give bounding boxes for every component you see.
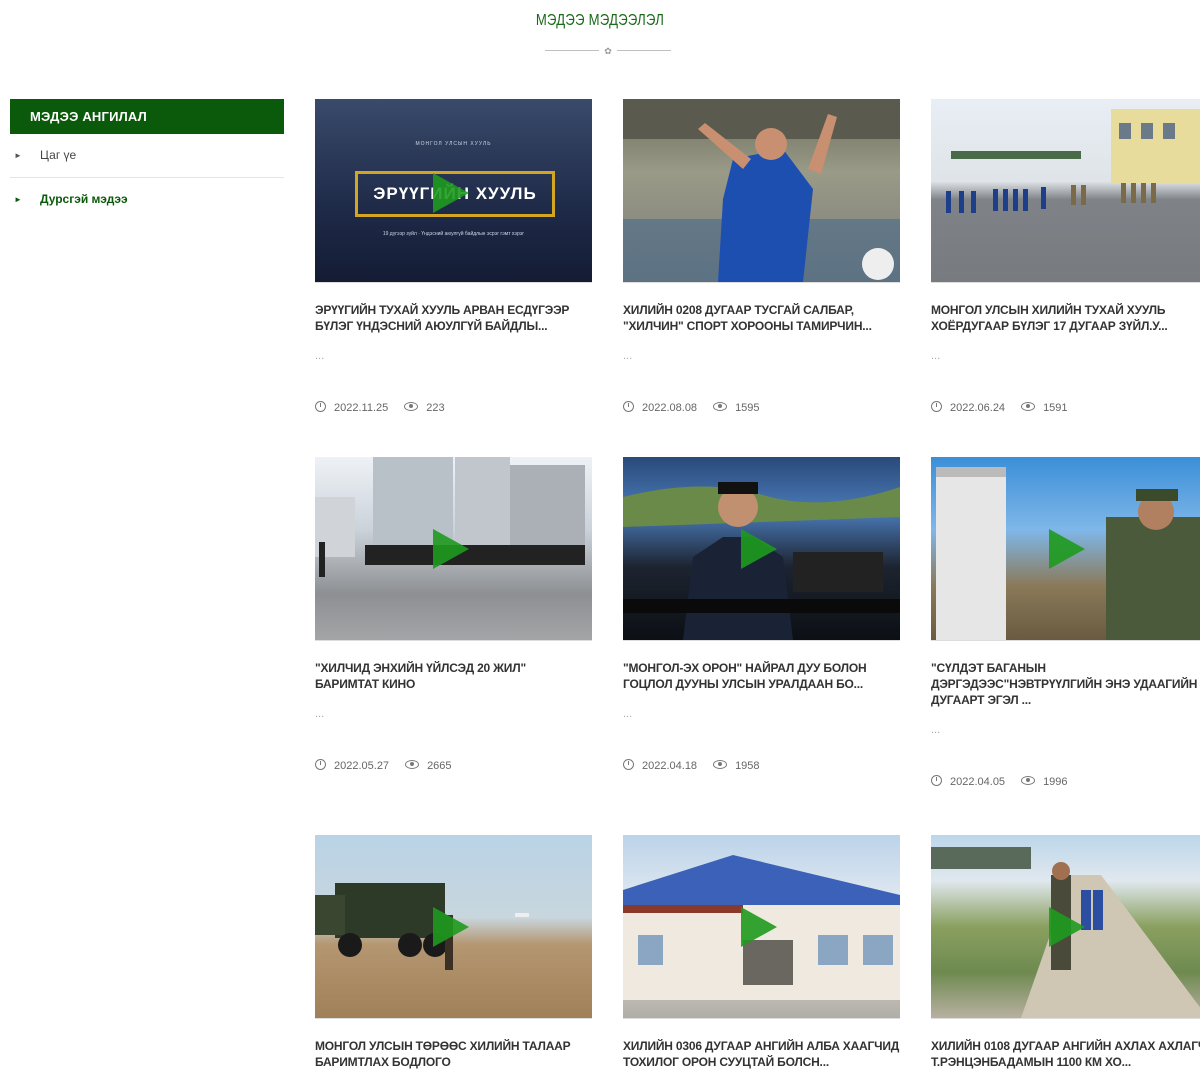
- article-title[interactable]: ХИЛИЙН 0208 ДУГААР ТУСГАЙ САЛБАР, "ХИЛЧИ…: [623, 302, 900, 336]
- article-card[interactable]: МОНГОЛ УЛСЫН ТӨРӨӨС ХИЛИЙН ТАЛААР БАРИМТ…: [315, 835, 592, 1072]
- article-excerpt: ...: [931, 350, 941, 362]
- article-title[interactable]: ХИЛИЙН 0108 ДУГААР АНГИЙН АХЛАХ АХЛАГЧ Т…: [931, 1038, 1200, 1072]
- thumbnail-subcaption: 19 дүгээр зүйл · Үндэсний аюулгүй байдлы…: [382, 231, 525, 237]
- article-card[interactable]: ХИЛИЙН 0108 ДУГААР АНГИЙН АХЛАХ АХЛАГЧ Т…: [931, 835, 1200, 1072]
- article-title[interactable]: "СҮЛДЭТ БАГАНЫН ДЭРГЭДЭЭС"НЭВТРҮҮЛГИЙН Э…: [931, 660, 1200, 710]
- article-date: 2022.04.05: [950, 776, 1006, 788]
- article-views: 1591: [1043, 402, 1068, 414]
- article-date: 2022.05.27: [334, 760, 390, 772]
- border-post-image: [946, 109, 1200, 213]
- play-icon[interactable]: [1049, 907, 1085, 947]
- page-title: МЭДЭЭ МЭДЭЭЛЭЛ: [535, 12, 665, 29]
- clock-icon: [315, 401, 326, 412]
- clock-icon: [623, 401, 634, 412]
- article-excerpt: ...: [931, 724, 941, 736]
- sidebar-item-tsag-ue[interactable]: ► Цаг үе: [10, 134, 284, 178]
- eye-icon: [1021, 402, 1036, 411]
- clock-icon: [931, 401, 942, 412]
- article-excerpt: ...: [623, 708, 633, 720]
- play-icon[interactable]: [433, 529, 469, 569]
- sidebar-item-label: Дурсгэй мэдээ: [40, 192, 128, 206]
- article-date: 2022.08.08: [642, 402, 698, 414]
- article-thumbnail[interactable]: МОНГОЛ УЛСЫН ХУУЛЬ ЭРҮҮГИЙН ХУУЛЬ 19 дүг…: [315, 99, 592, 283]
- play-icon[interactable]: [741, 907, 777, 947]
- triangle-right-icon: ►: [14, 195, 22, 204]
- article-meta: 2022.04.18 1958: [623, 759, 900, 775]
- article-date: 2022.06.24: [950, 402, 1006, 414]
- sidebar-item-label: Цаг үе: [40, 148, 77, 162]
- article-meta: 2022.05.27 2665: [315, 759, 592, 775]
- article-meta: 2022.11.25 223: [315, 401, 592, 417]
- article-views: 223: [426, 402, 445, 414]
- article-title[interactable]: "ХИЛЧИД ЭНХИЙН ҮЙЛСЭД 20 ЖИЛ" БАРИМТАТ К…: [315, 660, 592, 694]
- article-card[interactable]: "СҮЛДЭТ БАГАНЫН ДЭРГЭДЭЭС"НЭВТРҮҮЛГИЙН Э…: [931, 457, 1200, 791]
- article-meta: 2022.04.05 1996: [931, 775, 1200, 791]
- article-thumbnail[interactable]: [931, 99, 1200, 283]
- article-card[interactable]: ХИЛИЙН 0208 ДУГААР ТУСГАЙ САЛБАР, "ХИЛЧИ…: [623, 99, 900, 417]
- play-icon[interactable]: [433, 907, 469, 947]
- article-card[interactable]: МОНГОЛ УЛСЫН ХУУЛЬ ЭРҮҮГИЙН ХУУЛЬ 19 дүг…: [315, 99, 592, 417]
- article-excerpt: ...: [315, 708, 325, 720]
- clock-icon: [931, 775, 942, 786]
- article-card[interactable]: ХИЛИЙН 0306 ДУГААР АНГИЙН АЛБА ХААГЧИД Т…: [623, 835, 900, 1072]
- sidebar-item-dursgei-medee[interactable]: ► Дурсгэй мэдээ: [10, 178, 284, 221]
- article-views: 2665: [427, 760, 452, 772]
- article-card[interactable]: МОНГОЛ УЛСЫН ХИЛИЙН ТУХАЙ ХУУЛЬ ХОЁРДУГА…: [931, 99, 1200, 417]
- article-meta: 2022.08.08 1595: [623, 401, 900, 417]
- title-divider: ✿: [545, 46, 671, 60]
- triangle-right-icon: ►: [14, 151, 22, 160]
- play-icon[interactable]: [433, 173, 469, 213]
- article-thumbnail[interactable]: [931, 835, 1200, 1019]
- article-excerpt: ...: [315, 350, 325, 362]
- page-header: МЭДЭЭ МЭДЭЭЛЭЛ ✿: [0, 0, 1200, 80]
- article-title[interactable]: "МОНГОЛ-ЭХ ОРОН" НАЙРАЛ ДУУ БОЛОН ГОЦЛОЛ…: [623, 660, 900, 694]
- article-date: 2022.11.25: [334, 402, 389, 414]
- play-icon[interactable]: [741, 529, 777, 569]
- article-views: 1595: [735, 402, 760, 414]
- eye-icon: [405, 760, 420, 769]
- sidebar-title: МЭДЭЭ АНГИЛАЛ: [10, 99, 284, 134]
- eye-icon: [1021, 776, 1036, 785]
- article-title[interactable]: ХИЛИЙН 0306 ДУГААР АНГИЙН АЛБА ХААГЧИД Т…: [623, 1038, 900, 1072]
- judo-athlete-image: [623, 99, 900, 282]
- article-thumbnail[interactable]: [315, 457, 592, 641]
- article-views: 1996: [1043, 776, 1068, 788]
- article-card[interactable]: "МОНГОЛ-ЭХ ОРОН" НАЙРАЛ ДУУ БОЛОН ГОЦЛОЛ…: [623, 457, 900, 775]
- article-excerpt: ...: [623, 350, 633, 362]
- article-thumbnail[interactable]: [315, 835, 592, 1019]
- article-meta: 2022.06.24 1591: [931, 401, 1200, 417]
- thumbnail-caption: МОНГОЛ УЛСЫН ХУУЛЬ: [415, 141, 492, 147]
- article-card[interactable]: "ХИЛЧИД ЭНХИЙН ҮЙЛСЭД 20 ЖИЛ" БАРИМТАТ К…: [315, 457, 592, 775]
- article-title[interactable]: ЭРҮҮГИЙН ТУХАЙ ХУУЛЬ АРВАН ЕСДҮГЭЭР БҮЛЭ…: [315, 302, 592, 336]
- eye-icon: [404, 402, 419, 411]
- article-title[interactable]: МОНГОЛ УЛСЫН ХИЛИЙН ТУХАЙ ХУУЛЬ ХОЁРДУГА…: [931, 302, 1200, 336]
- eye-icon: [713, 760, 728, 769]
- article-thumbnail[interactable]: [623, 835, 900, 1019]
- clock-icon: [623, 759, 634, 770]
- article-title[interactable]: МОНГОЛ УЛСЫН ТӨРӨӨС ХИЛИЙН ТАЛААР БАРИМТ…: [315, 1038, 592, 1072]
- eye-icon: [713, 402, 728, 411]
- ornament-icon: ✿: [604, 46, 612, 56]
- article-views: 1958: [735, 760, 760, 772]
- article-date: 2022.04.18: [642, 760, 698, 772]
- play-icon[interactable]: [1049, 529, 1085, 569]
- article-thumbnail[interactable]: [623, 99, 900, 283]
- article-thumbnail[interactable]: [623, 457, 900, 641]
- article-thumbnail[interactable]: [931, 457, 1200, 641]
- clock-icon: [315, 759, 326, 770]
- sidebar: МЭДЭЭ АНГИЛАЛ ► Цаг үе ► Дурсгэй мэдээ: [10, 99, 284, 221]
